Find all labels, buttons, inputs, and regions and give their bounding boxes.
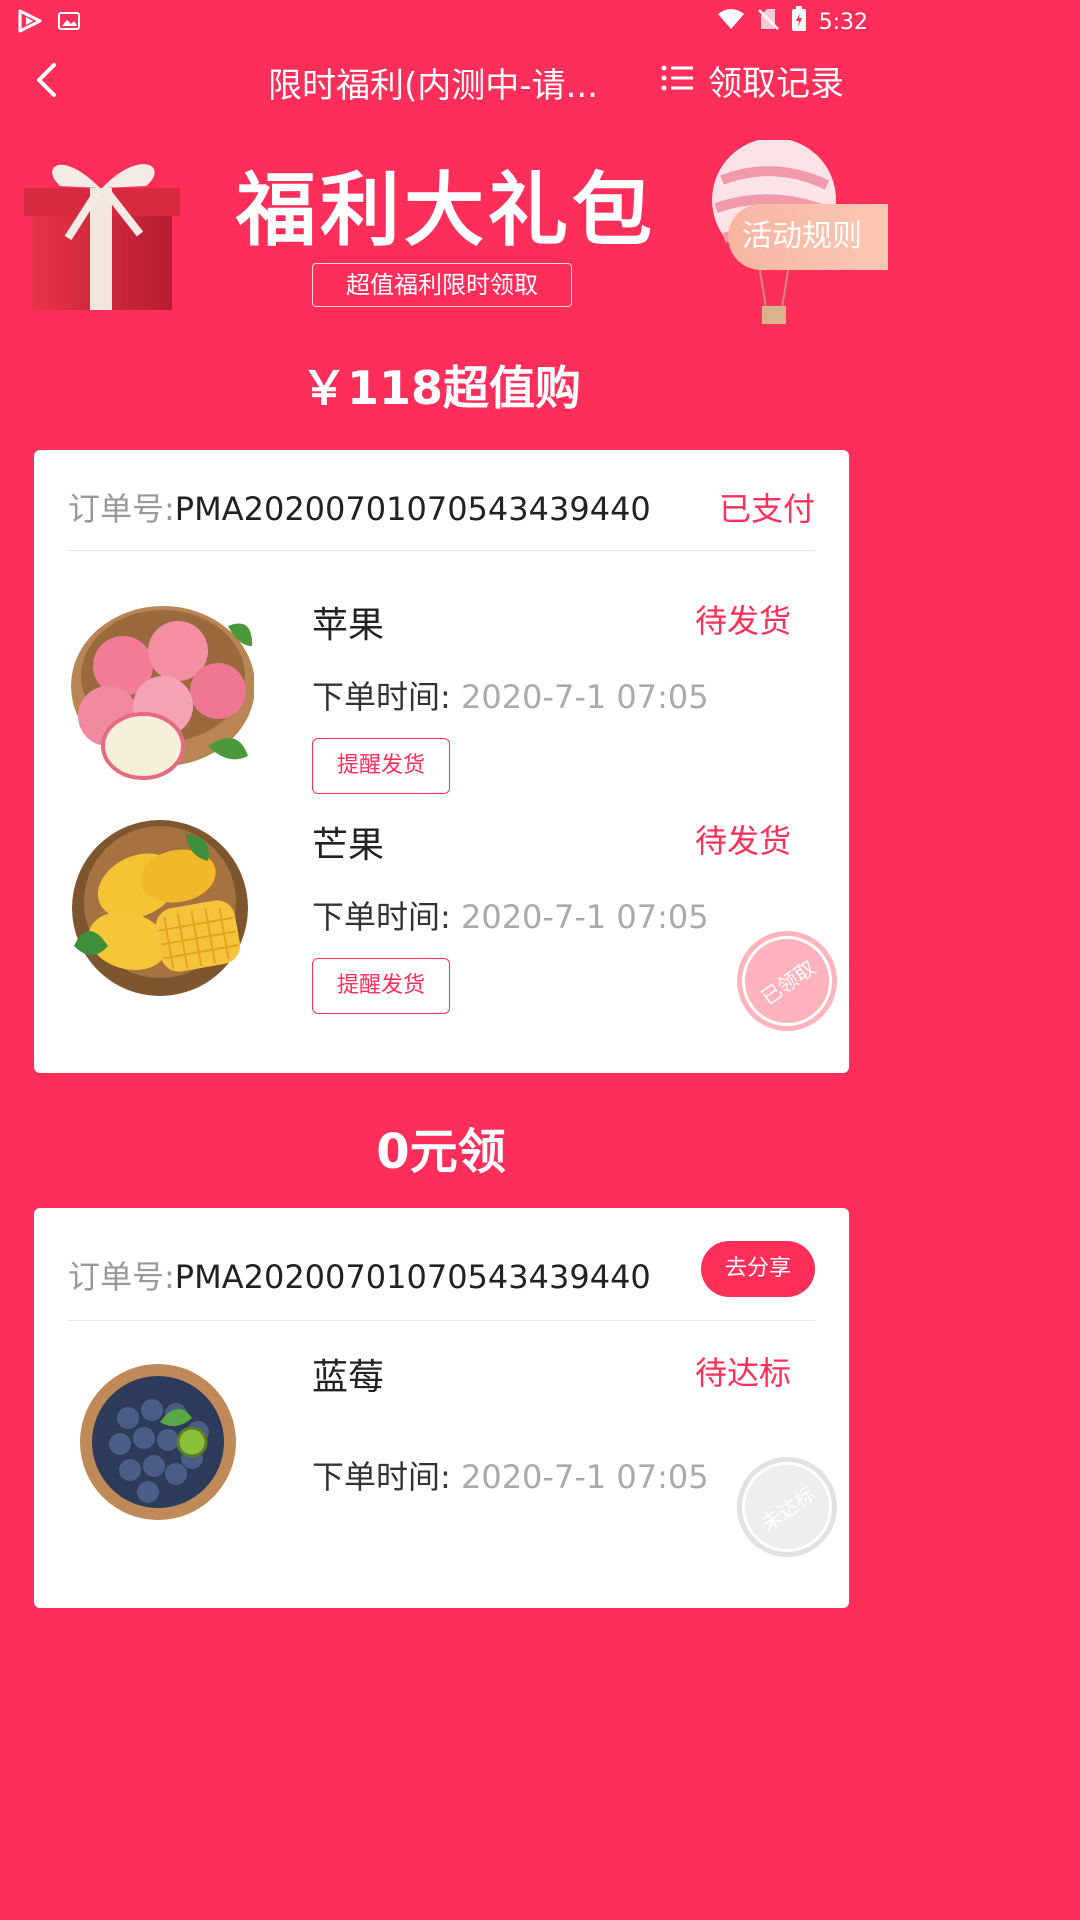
share-button[interactable]: 去分享 bbox=[701, 1241, 815, 1297]
order-number: 订单号:PMA20200701070543439440 bbox=[68, 484, 651, 530]
list-item[interactable]: 蓝莓 待达标 下单时间: 2020-7-1 07:05 bbox=[68, 1348, 815, 1548]
item-name: 蓝莓 bbox=[312, 1357, 385, 1398]
order-time-label: 下单时间: bbox=[312, 678, 451, 716]
nav-bar: 限时福利(内测中-请... 领取记录 bbox=[0, 48, 882, 118]
remind-ship-button[interactable]: 提醒发货 bbox=[312, 738, 450, 794]
apple-image bbox=[68, 596, 255, 786]
hero-title: 福利大礼包 bbox=[236, 164, 656, 257]
app-logo-icon bbox=[16, 8, 44, 40]
section-title-paid: ￥118超值购 bbox=[300, 361, 582, 415]
order-number-value: PMA20200701070543439440 bbox=[174, 490, 651, 528]
list-icon bbox=[660, 61, 694, 101]
order-header: 订单号:PMA20200701070543439440 去分享 bbox=[68, 1208, 815, 1321]
item-name: 苹果 bbox=[312, 605, 385, 646]
order-number-value: PMA20200701070543439440 bbox=[174, 1258, 651, 1296]
item-name: 芒果 bbox=[312, 825, 385, 866]
order-time: 下单时间: 2020-7-1 07:05 bbox=[312, 892, 709, 938]
hero-subtitle: 超值福利限时领取 bbox=[312, 263, 572, 307]
order-number: 订单号:PMA20200701070543439440 bbox=[68, 1252, 651, 1298]
list-item[interactable]: 芒果 待发货 下单时间: 2020-7-1 07:05 提醒发货 bbox=[68, 816, 815, 1016]
no-sim-icon bbox=[757, 7, 779, 37]
blueberry-image bbox=[68, 1348, 254, 1538]
order-time-value: 2020-7-1 07:05 bbox=[460, 898, 709, 936]
order-card: 订单号:PMA20200701070543439440 去分享 蓝莓 待达标 下… bbox=[34, 1208, 849, 1608]
order-status: 已支付 bbox=[718, 490, 815, 528]
item-status: 待发货 bbox=[694, 822, 791, 860]
order-time: 下单时间: 2020-7-1 07:05 bbox=[312, 672, 709, 718]
order-card: 订单号:PMA20200701070543439440 已支付 苹果 待发货 下… bbox=[34, 450, 849, 1073]
order-number-label: 订单号: bbox=[68, 490, 175, 528]
order-header: 订单号:PMA20200701070543439440 已支付 bbox=[68, 450, 815, 551]
back-button[interactable] bbox=[26, 60, 66, 104]
item-status: 待发货 bbox=[694, 602, 791, 640]
records-label: 领取记录 bbox=[708, 64, 844, 104]
status-time: 5:32 bbox=[818, 9, 868, 35]
chevron-left-icon bbox=[34, 62, 58, 102]
remind-ship-button[interactable]: 提醒发货 bbox=[312, 958, 450, 1014]
rules-button[interactable]: 活动规则 bbox=[728, 204, 888, 270]
item-status: 待达标 bbox=[694, 1354, 791, 1392]
records-button[interactable]: 领取记录 bbox=[660, 56, 844, 105]
order-time-value: 2020-7-1 07:05 bbox=[460, 1458, 709, 1496]
mango-image bbox=[68, 816, 254, 1006]
gift-box-icon bbox=[20, 148, 180, 322]
order-time-value: 2020-7-1 07:05 bbox=[460, 678, 709, 716]
status-bar: 5:32 bbox=[0, 0, 882, 40]
hero-banner: 福利大礼包 超值福利限时领取 活动规则 bbox=[0, 138, 888, 340]
order-time-label: 下单时间: bbox=[312, 898, 451, 936]
image-icon bbox=[58, 11, 80, 37]
section-title-free: 0元领 bbox=[376, 1124, 506, 1180]
order-time: 下单时间: 2020-7-1 07:05 bbox=[312, 1452, 709, 1498]
order-number-label: 订单号: bbox=[68, 1258, 175, 1296]
list-item[interactable]: 苹果 待发货 下单时间: 2020-7-1 07:05 提醒发货 bbox=[68, 596, 815, 796]
page-title: 限时福利(内测中-请... bbox=[268, 66, 598, 106]
battery-charging-icon bbox=[791, 6, 807, 38]
order-time-label: 下单时间: bbox=[312, 1458, 451, 1496]
wifi-icon bbox=[717, 8, 745, 36]
